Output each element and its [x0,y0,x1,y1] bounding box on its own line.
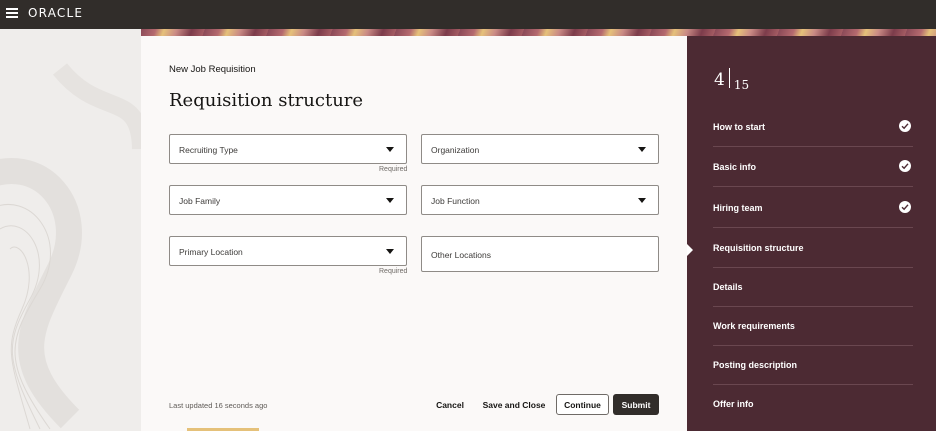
step-counter: 4 15 [714,68,749,92]
primary-location-label: Primary Location [179,247,243,257]
top-bar: ORACLE [0,0,936,29]
recruiting-type-label: Recruiting Type [179,145,238,155]
divider [728,68,730,88]
step-hiring-team[interactable]: Hiring team [713,189,913,228]
hamburger-menu-icon[interactable] [6,8,18,18]
primary-location-select[interactable]: Primary Location [169,236,407,266]
total-steps-number: 15 [733,78,750,92]
check-circle-icon [899,201,911,213]
chevron-down-icon [386,198,394,203]
step-how-to-start[interactable]: How to start [713,108,913,147]
other-locations-input[interactable]: Other Locations [421,236,659,272]
page-title: Requisition structure [169,90,364,111]
job-function-select[interactable]: Job Function [421,185,659,215]
job-function-label: Job Function [431,196,480,206]
job-family-label: Job Family [179,196,221,206]
step-requisition-structure[interactable]: Requisition structure [713,229,913,268]
step-details[interactable]: Details [713,268,913,307]
organization-select[interactable]: Organization [421,134,659,164]
step-label: Work requirements [713,321,795,331]
step-basic-info[interactable]: Basic info [713,148,913,187]
step-label: Requisition structure [713,243,804,253]
save-and-close-button[interactable]: Save and Close [481,394,547,415]
current-step-number: 4 [714,70,725,90]
check-circle-icon [899,120,911,132]
step-label: Details [713,282,743,292]
step-offer-info[interactable]: Offer info [713,385,913,424]
recruiting-type-select[interactable]: Recruiting Type [169,134,407,164]
organization-label: Organization [431,145,480,155]
oracle-logo[interactable]: ORACLE [28,6,83,20]
cancel-button[interactable]: Cancel [431,394,469,415]
step-label: How to start [713,122,766,132]
breadcrumb: New Job Requisition [169,64,256,75]
other-locations-label: Other Locations [431,250,492,260]
step-label: Hiring team [713,203,763,213]
current-step-pointer [687,244,693,256]
step-label: Offer info [713,399,754,409]
continue-button[interactable]: Continue [556,394,609,415]
decorative-background [0,29,141,431]
progress-rail: 4 15 How to start Basic info Hiring team … [687,36,936,431]
step-label: Posting description [713,360,798,370]
job-family-select[interactable]: Job Family [169,185,407,215]
step-work-requirements[interactable]: Work requirements [713,307,913,346]
check-circle-icon [899,160,911,172]
step-label: Basic info [713,162,757,172]
main-panel: New Job Requisition Requisition structur… [141,36,687,431]
last-updated-text: Last updated 16 seconds ago [169,401,268,410]
chevron-down-icon [638,198,646,203]
submit-button[interactable]: Submit [613,394,659,415]
chevron-down-icon [386,147,394,152]
required-hint: Required [379,268,408,275]
chevron-down-icon [386,249,394,254]
step-posting-description[interactable]: Posting description [713,346,913,385]
chevron-down-icon [638,147,646,152]
required-hint: Required [379,166,408,173]
